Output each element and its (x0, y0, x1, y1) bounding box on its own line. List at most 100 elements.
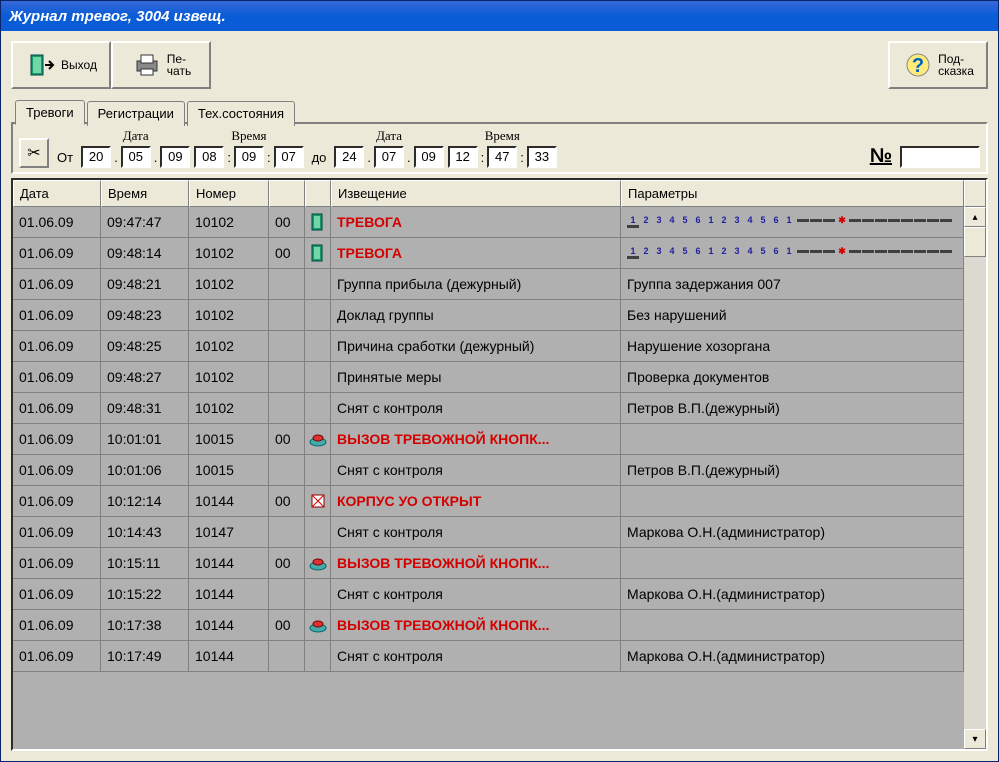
from-day-input[interactable]: 20 (81, 146, 111, 168)
cell-time: 09:48:25 (101, 331, 189, 362)
number-input[interactable] (900, 146, 980, 168)
cell-params (621, 486, 964, 517)
table-row[interactable]: 01.06.0909:48:3110102Снят с контроляПетр… (13, 393, 964, 424)
cell-date: 01.06.09 (13, 393, 101, 424)
to-day-input[interactable]: 24 (334, 146, 364, 168)
tab-tech-status[interactable]: Тех.состояния (187, 101, 295, 126)
print-button[interactable]: Пе- чать (111, 41, 211, 89)
to-min-input[interactable]: 47 (487, 146, 517, 168)
cell-number: 10102 (189, 331, 269, 362)
scroll-thumb[interactable] (964, 227, 986, 257)
cell-icon (305, 641, 331, 672)
table-row[interactable]: 01.06.0910:17:381014400ВЫЗОВ ТРЕВОЖНОЙ К… (13, 610, 964, 641)
cell-message: Снят с контроля (331, 641, 621, 672)
col-code[interactable] (269, 180, 305, 207)
scroll-up-button[interactable]: ▴ (964, 207, 986, 227)
from-min-input[interactable]: 09 (234, 146, 264, 168)
scissors-button[interactable]: ✂ (19, 138, 49, 168)
cell-icon (305, 517, 331, 548)
table-row[interactable]: 01.06.0910:17:4910144Снят с контроляМарк… (13, 641, 964, 672)
cell-message: ТРЕВОГА (331, 238, 621, 269)
to-hour-input[interactable]: 12 (448, 146, 478, 168)
col-message[interactable]: Извещение (331, 180, 621, 207)
tab-registrations[interactable]: Регистрации (87, 101, 185, 126)
from-label: От (53, 150, 77, 168)
cell-params: Проверка документов (621, 362, 964, 393)
table-row[interactable]: 01.06.0910:01:011001500ВЫЗОВ ТРЕВОЖНОЙ К… (13, 424, 964, 455)
table-row[interactable]: 01.06.0909:48:141010200ТРЕВОГА1234561234… (13, 238, 964, 269)
col-params[interactable]: Параметры (621, 180, 964, 207)
cell-code: 00 (269, 207, 305, 238)
table-row[interactable]: 01.06.0909:48:2710102Принятые мерыПровер… (13, 362, 964, 393)
date-to-label: Дата (376, 128, 402, 144)
no-icon (309, 585, 327, 603)
col-date[interactable]: Дата (13, 180, 101, 207)
cell-code (269, 393, 305, 424)
exit-button[interactable]: Выход (11, 41, 111, 89)
hint-button[interactable]: ? Под- сказка (888, 41, 988, 89)
cell-params: Группа задержания 007 (621, 269, 964, 300)
door-icon (309, 244, 327, 262)
cell-params: 1234561234561✱ (621, 207, 964, 238)
cell-time: 10:17:38 (101, 610, 189, 641)
cell-date: 01.06.09 (13, 579, 101, 610)
cell-number: 10144 (189, 610, 269, 641)
from-year-input[interactable]: 09 (160, 146, 190, 168)
cell-message: Снят с контроля (331, 517, 621, 548)
cell-date: 01.06.09 (13, 610, 101, 641)
toolbar: Выход Пе- чать ? Под- сказка (11, 41, 988, 89)
table-row[interactable]: 01.06.0910:12:141014400КОРПУС УО ОТКРЫТ (13, 486, 964, 517)
from-sec-input[interactable]: 07 (274, 146, 304, 168)
cell-code (269, 455, 305, 486)
table-row[interactable]: 01.06.0910:15:2210144Снят с контроляМарк… (13, 579, 964, 610)
table-row[interactable]: 01.06.0909:47:471010200ТРЕВОГА1234561234… (13, 207, 964, 238)
cell-code (269, 300, 305, 331)
cell-number: 10102 (189, 269, 269, 300)
table-row[interactable]: 01.06.0910:14:4310147Снят с контроляМарк… (13, 517, 964, 548)
cell-number: 10144 (189, 486, 269, 517)
cell-number: 10102 (189, 393, 269, 424)
to-year-input[interactable]: 09 (414, 146, 444, 168)
cell-time: 10:15:11 (101, 548, 189, 579)
no-icon (309, 647, 327, 665)
table-row[interactable]: 01.06.0910:15:111014400ВЫЗОВ ТРЕВОЖНОЙ К… (13, 548, 964, 579)
cell-icon (305, 579, 331, 610)
table-row[interactable]: 01.06.0909:48:2310102Доклад группыБез на… (13, 300, 964, 331)
cell-number: 10144 (189, 579, 269, 610)
table-row[interactable]: 01.06.0910:01:0610015Снят с контроляПетр… (13, 455, 964, 486)
cell-params: Петров В.П.(дежурный) (621, 393, 964, 424)
cell-date: 01.06.09 (13, 486, 101, 517)
vertical-scrollbar[interactable]: ▴ ▾ (964, 207, 986, 749)
cell-params: Маркова О.Н.(администратор) (621, 641, 964, 672)
to-sec-input[interactable]: 33 (527, 146, 557, 168)
cell-date: 01.06.09 (13, 331, 101, 362)
cell-date: 01.06.09 (13, 269, 101, 300)
cell-number: 10144 (189, 548, 269, 579)
cell-message: Снят с контроля (331, 455, 621, 486)
cell-time: 09:48:27 (101, 362, 189, 393)
scroll-down-button[interactable]: ▾ (964, 729, 986, 749)
date-from-label: Дата (123, 128, 149, 144)
col-number[interactable]: Номер (189, 180, 269, 207)
cell-number: 10102 (189, 300, 269, 331)
no-icon (309, 275, 327, 293)
col-time[interactable]: Время (101, 180, 189, 207)
cell-time: 09:48:21 (101, 269, 189, 300)
door-exit-icon (25, 49, 57, 81)
cell-message: Снят с контроля (331, 393, 621, 424)
cell-icon (305, 331, 331, 362)
from-month-input[interactable]: 05 (121, 146, 151, 168)
to-month-input[interactable]: 07 (374, 146, 404, 168)
cell-time: 09:48:23 (101, 300, 189, 331)
cell-number: 10102 (189, 362, 269, 393)
table-row[interactable]: 01.06.0909:48:2510102Причина сработки (д… (13, 331, 964, 362)
cell-params: Петров В.П.(дежурный) (621, 455, 964, 486)
cell-message: ВЫЗОВ ТРЕВОЖНОЙ КНОПК... (331, 610, 621, 641)
col-icon[interactable] (305, 180, 331, 207)
cell-icon (305, 610, 331, 641)
cell-number: 10015 (189, 424, 269, 455)
tab-alarms[interactable]: Тревоги (15, 100, 85, 125)
scroll-track[interactable] (964, 257, 986, 729)
table-row[interactable]: 01.06.0909:48:2110102Группа прибыла (деж… (13, 269, 964, 300)
from-hour-input[interactable]: 08 (194, 146, 224, 168)
